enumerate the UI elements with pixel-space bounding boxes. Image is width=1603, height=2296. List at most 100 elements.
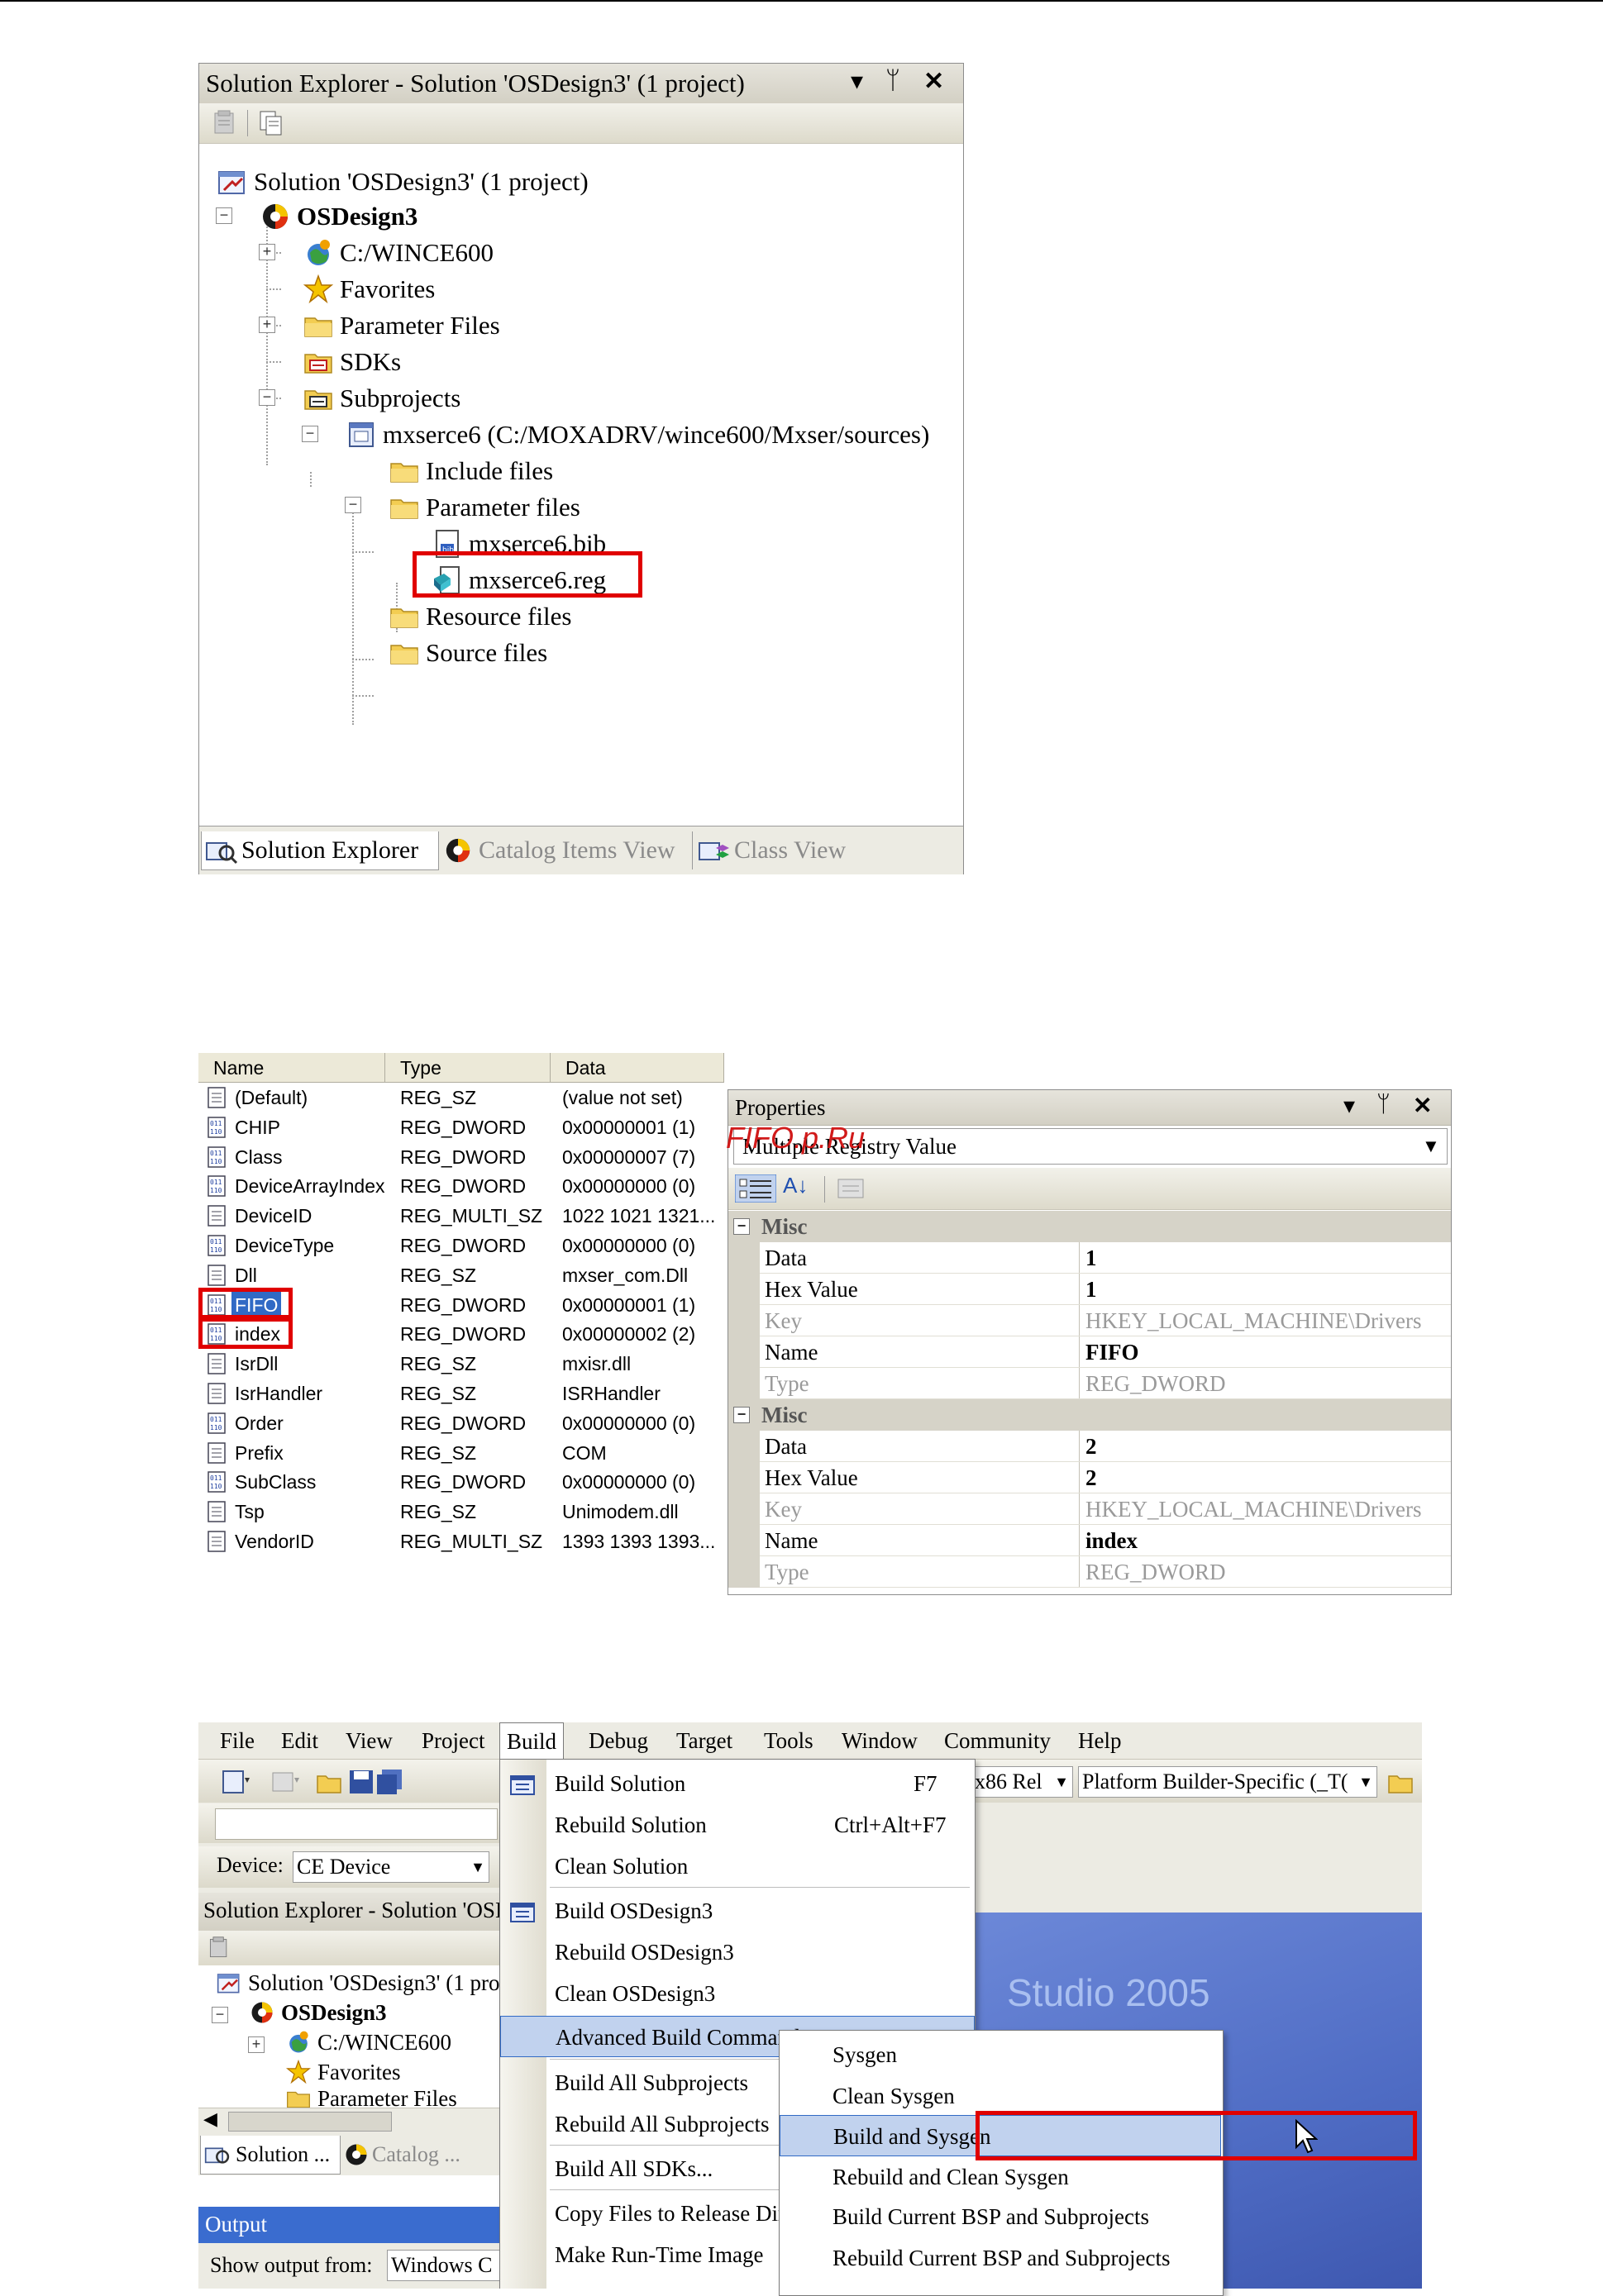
tree-item-sdks[interactable]: SDKs bbox=[303, 345, 401, 379]
find-combo[interactable] bbox=[215, 1808, 498, 1840]
properties-icon[interactable] bbox=[207, 1936, 231, 1960]
registry-row[interactable]: DeviceID REG_MULTI_SZ 1022 1021 1321... bbox=[198, 1201, 728, 1231]
submenu-item[interactable]: Sysgen bbox=[780, 2034, 1221, 2075]
open-folder-icon[interactable] bbox=[316, 1768, 344, 1796]
close-icon[interactable]: ✕ bbox=[1413, 1092, 1432, 1119]
menu-project[interactable]: Project bbox=[422, 1722, 484, 1759]
platform-combo[interactable]: Platform Builder-Specific (_T(▼ bbox=[1078, 1766, 1377, 1798]
output-source-combo[interactable]: Windows C bbox=[387, 2250, 500, 2281]
tree-item-wince[interactable]: C:/WINCE600 bbox=[286, 2027, 451, 2058]
new-project-icon[interactable] bbox=[220, 1768, 253, 1796]
property-category[interactable]: − Misc bbox=[728, 1399, 1451, 1431]
property-row[interactable]: Type REG_DWORD bbox=[728, 1368, 1451, 1399]
collapse-toggle[interactable]: − bbox=[259, 389, 275, 406]
registry-row[interactable]: IsrDll REG_SZ mxisr.dll bbox=[198, 1349, 728, 1379]
property-row[interactable]: Key HKEY_LOCAL_MACHINE\Drivers bbox=[728, 1305, 1451, 1336]
tree-item-resource-files[interactable]: Resource files bbox=[389, 599, 571, 634]
menu-debug[interactable]: Debug bbox=[589, 1722, 648, 1759]
collapse-toggle[interactable]: − bbox=[216, 207, 232, 224]
property-row[interactable]: Data 1 bbox=[728, 1242, 1451, 1274]
expand-toggle[interactable]: + bbox=[259, 244, 275, 260]
collapse-toggle[interactable]: − bbox=[345, 497, 361, 513]
menu-build[interactable]: Build bbox=[499, 1722, 565, 1760]
tree-item-subproject[interactable]: mxserce6 (C:/MOXADRV/wince600/Mxser/sour… bbox=[346, 417, 929, 452]
collapse-toggle[interactable]: − bbox=[733, 1218, 750, 1235]
add-item-icon[interactable] bbox=[270, 1768, 303, 1796]
properties-icon[interactable] bbox=[211, 109, 239, 137]
tree-item-favorites[interactable]: Favorites bbox=[303, 272, 435, 307]
close-icon[interactable]: ✕ bbox=[923, 67, 944, 96]
registry-row[interactable]: Tsp REG_SZ Unimodem.dll bbox=[198, 1497, 728, 1527]
tab-catalog-items-view[interactable]: Catalog Items View bbox=[442, 831, 687, 869]
property-row[interactable]: Hex Value 2 bbox=[728, 1462, 1451, 1493]
menu-tools[interactable]: Tools bbox=[764, 1722, 813, 1759]
expand-toggle[interactable]: + bbox=[259, 317, 275, 333]
property-pages-icon[interactable] bbox=[836, 1176, 866, 1201]
menu-community[interactable]: Community bbox=[944, 1722, 1051, 1759]
solution-configuration-combo[interactable]: x86 Rel ▼ bbox=[974, 1766, 1073, 1798]
tree-item-favorites[interactable]: Favorites bbox=[286, 2056, 401, 2088]
submenu-item[interactable]: Rebuild Current BSP and Subprojects bbox=[780, 2237, 1221, 2279]
registry-row[interactable]: 011 110 DeviceType REG_DWORD 0x00000000 (0) bbox=[198, 1231, 728, 1260]
build-menu-item[interactable]: Build OSDesign3 bbox=[500, 1890, 975, 1932]
pin-icon[interactable]: ᛘ bbox=[885, 67, 900, 95]
registry-row[interactable]: 011 110 DeviceArrayIndex REG_DWORD 0x0000000… bbox=[198, 1171, 728, 1201]
show-all-files-icon[interactable] bbox=[257, 109, 285, 137]
build-menu-item[interactable]: Rebuild Solution Ctrl+Alt+F7 bbox=[500, 1804, 975, 1846]
alphabetical-sort-icon[interactable]: A↓ bbox=[783, 1173, 808, 1198]
property-row[interactable]: Name index bbox=[728, 1525, 1451, 1556]
pin-icon[interactable]: ᛘ bbox=[1376, 1092, 1391, 1118]
menu-window[interactable]: Window bbox=[842, 1722, 918, 1759]
property-category[interactable]: − Misc bbox=[728, 1211, 1451, 1242]
registry-row[interactable]: VendorID REG_MULTI_SZ 1393 1393 1393... bbox=[198, 1527, 728, 1556]
build-menu-item[interactable]: Clean OSDesign3 bbox=[500, 1973, 975, 2014]
menu-help[interactable]: Help bbox=[1078, 1722, 1121, 1759]
column-header-type[interactable]: Type bbox=[385, 1053, 551, 1083]
property-row[interactable]: Data 2 bbox=[728, 1431, 1451, 1462]
tree-item-sub-parameter-files[interactable]: Parameter files bbox=[389, 490, 580, 525]
property-row[interactable]: Hex Value 1 bbox=[728, 1274, 1451, 1305]
registry-row[interactable]: Prefix REG_SZ COM bbox=[198, 1438, 728, 1468]
collapse-toggle[interactable]: − bbox=[212, 2007, 228, 2023]
property-row[interactable]: Key HKEY_LOCAL_MACHINE\Drivers bbox=[728, 1493, 1451, 1525]
tab-catalog-items-view[interactable]: Catalog ... bbox=[344, 2136, 481, 2174]
collapse-toggle[interactable]: − bbox=[733, 1407, 750, 1423]
menu-view[interactable]: View bbox=[346, 1722, 393, 1759]
tree-item-wince[interactable]: C:/WINCE600 bbox=[303, 236, 494, 270]
registry-row[interactable]: 011 110 CHIP REG_DWORD 0x00000001 (1) bbox=[198, 1112, 728, 1142]
tree-item-subprojects[interactable]: Subprojects bbox=[303, 381, 460, 416]
tree-item-project[interactable]: OSDesign3 bbox=[260, 199, 417, 234]
tree-item-project[interactable]: OSDesign3 bbox=[250, 1997, 387, 2028]
horizontal-scrollbar[interactable]: ◀ bbox=[198, 2108, 499, 2133]
property-row[interactable]: Name FIFO bbox=[728, 1336, 1451, 1368]
tree-item-solution[interactable]: Solution 'OSDesign3' (1 pro bbox=[217, 1967, 500, 1998]
device-combo[interactable]: CE Device ▼ bbox=[293, 1851, 489, 1883]
tab-class-view[interactable]: Class View bbox=[692, 831, 863, 869]
registry-row[interactable]: (Default) REG_SZ (value not set) bbox=[198, 1083, 728, 1112]
scroll-left-icon[interactable]: ◀ bbox=[203, 2108, 217, 2130]
tree-item-parameter-files[interactable]: Parameter Files bbox=[286, 2086, 457, 2108]
categorized-icon[interactable] bbox=[735, 1174, 776, 1203]
menu-target[interactable]: Target bbox=[676, 1722, 732, 1759]
submenu-item[interactable]: Build Current BSP and Subprojects bbox=[780, 2196, 1221, 2237]
submenu-item[interactable]: Rebuild and Clean Sysgen bbox=[780, 2156, 1221, 2198]
tree-item-solution[interactable]: Solution 'OSDesign3' (1 project) bbox=[217, 164, 589, 199]
registry-row[interactable]: 011 110 Order REG_DWORD 0x00000000 (0) bbox=[198, 1408, 728, 1438]
collapse-toggle[interactable]: − bbox=[302, 426, 318, 442]
column-header-data[interactable]: Data bbox=[551, 1053, 724, 1083]
build-menu-item[interactable]: Build Solution F7 bbox=[500, 1763, 975, 1804]
tree-item-parameter-files[interactable]: Parameter Files bbox=[303, 308, 500, 343]
build-menu-item[interactable]: Rebuild OSDesign3 bbox=[500, 1932, 975, 1973]
menu-edit[interactable]: Edit bbox=[281, 1722, 318, 1759]
registry-row[interactable]: Dll REG_SZ mxser_com.Dll bbox=[198, 1260, 728, 1290]
tree-item-source-files[interactable]: Source files bbox=[389, 636, 547, 670]
registry-row[interactable]: IsrHandler REG_SZ ISRHandler bbox=[198, 1379, 728, 1408]
save-icon[interactable] bbox=[347, 1768, 375, 1796]
property-row[interactable]: Type REG_DWORD bbox=[728, 1556, 1451, 1588]
save-all-icon[interactable] bbox=[375, 1768, 403, 1796]
column-header-name[interactable]: Name bbox=[198, 1053, 385, 1083]
registry-row[interactable]: 011 110 Class REG_DWORD 0x00000007 (7) bbox=[198, 1142, 728, 1172]
registry-row[interactable]: 011 110 SubClass REG_DWORD 0x00000000 (0) bbox=[198, 1467, 728, 1497]
build-menu-item[interactable]: Clean Solution bbox=[500, 1846, 975, 1887]
tree-item-include-files[interactable]: Include files bbox=[389, 454, 553, 488]
